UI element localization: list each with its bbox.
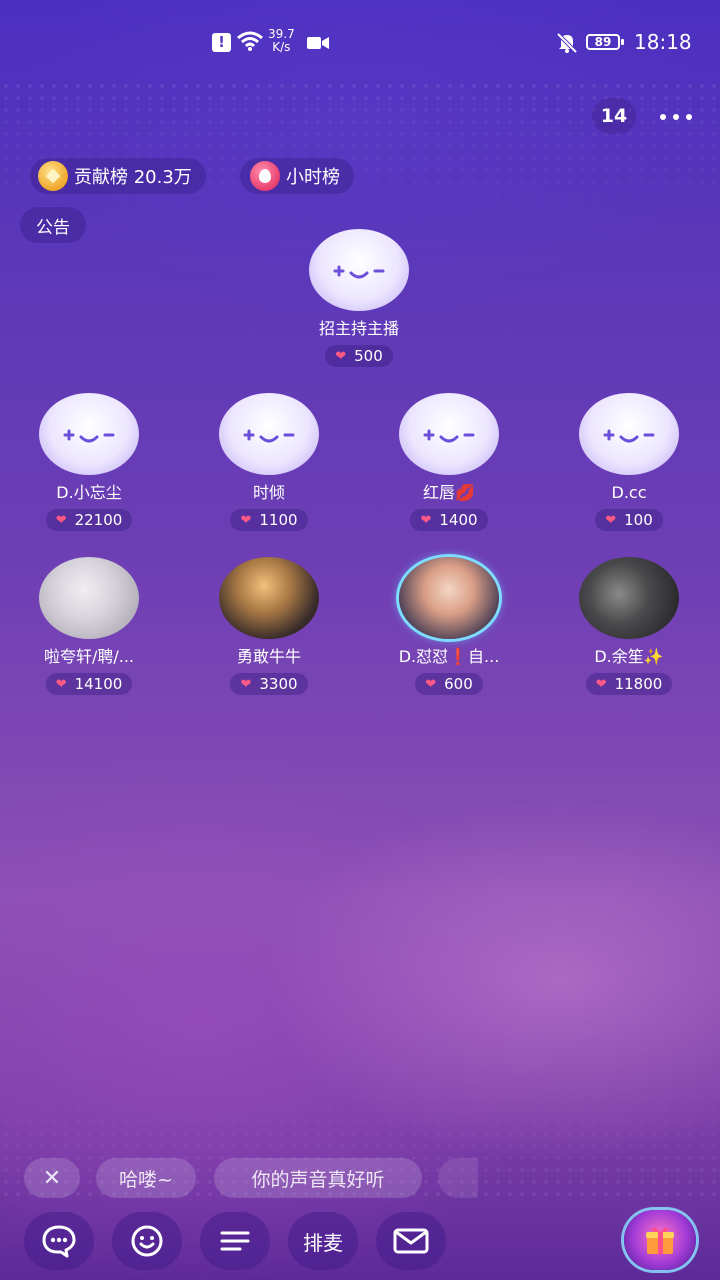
smiley-face-icon [63,429,115,443]
gift-button[interactable] [624,1210,696,1270]
user-avatar-photo [579,557,679,639]
hour-rank-button[interactable]: 小时榜 [240,158,354,194]
mic-seat-2[interactable]: 时倾 ❤ 1100 [184,393,354,531]
seat-name: 啦夸轩/聘/... [43,647,135,666]
host-seat[interactable]: 招主持主播 ❤ 500 [274,229,444,367]
clock: 18:18 [634,30,692,54]
camera-icon [307,37,329,49]
seat-name: D.小忘尘 [56,483,122,502]
chat-button[interactable] [24,1212,94,1270]
mic-seat-3[interactable]: 红唇💋 ❤ 1400 [364,393,534,531]
seat-avatar [39,393,139,475]
seat-name: 红唇💋 [423,483,475,502]
more-button[interactable] [654,100,698,132]
seat-name: 时倾 [252,483,285,502]
more-dot-icon [673,114,679,120]
network-speed: 39.7 K/s [268,27,295,54]
menu-button[interactable] [200,1212,270,1270]
user-avatar-photo [39,557,139,639]
heart-icon: ❤ [605,512,617,528]
heart-icon: ❤ [240,512,252,528]
gift-icon [646,1227,674,1254]
mic-seat-8[interactable]: D.余笙✨ ❤ 11800 [544,557,714,695]
mic-seat-1[interactable]: D.小忘尘 ❤ 22100 [4,393,174,531]
heart-icon: ❤ [55,676,67,692]
user-avatar-photo [399,557,499,639]
host-seat-name: 招主持主播 [318,319,399,338]
heart-icon: ❤ [335,348,347,364]
more-dot-icon [660,114,666,120]
contribution-rank-label: 贡献榜 20.3万 [74,167,192,188]
mic-seat-5[interactable]: 啦夸轩/聘/... ❤ 14100 [4,557,174,695]
host-avatar [309,229,409,311]
smiley-face-icon [423,429,475,443]
more-dot-icon [686,114,692,120]
battery-indicator: 89 [586,34,624,50]
seat-score: ❤ 22100 [45,509,133,531]
chat-icon [42,1225,76,1258]
online-count[interactable]: 14 [592,98,636,134]
user-avatar-photo [219,557,319,639]
hour-rank-flame-icon [250,161,280,191]
menu-icon [220,1231,250,1251]
seat-avatar [219,393,319,475]
alert-square-icon: ! [212,33,231,52]
heart-icon: ❤ [595,676,607,692]
host-seat-score: ❤ 500 [325,345,393,367]
bell-muted-icon [556,32,578,54]
seat-name: 勇敢牛牛 [236,647,301,666]
seat-name: D.余笙✨ [594,647,664,666]
seat-score: ❤ 1400 [410,509,488,531]
emoji-icon [131,1225,163,1257]
contribution-coin-icon [38,161,68,191]
wifi-icon [237,31,263,51]
seat-score: ❤ 600 [415,673,483,695]
mic-seat-7[interactable]: D.怼怼❗自... ❤ 600 [364,557,534,695]
close-quick-replies-button[interactable]: ✕ [24,1158,80,1198]
mic-seat-6[interactable]: 勇敢牛牛 ❤ 3300 [184,557,354,695]
quick-reply-button[interactable]: 哈喽~ [96,1158,196,1198]
mic-seat-4[interactable]: D.cc ❤ 100 [544,393,714,531]
notice-button[interactable]: 公告 [20,207,86,243]
seat-score: ❤ 14100 [45,673,133,695]
seat-score: ❤ 11800 [585,673,673,695]
smiley-face-icon [333,265,385,279]
heart-icon: ❤ [240,676,252,692]
heart-icon: ❤ [420,512,432,528]
quick-reply-button-partial[interactable] [438,1158,478,1198]
contribution-rank-button[interactable]: 贡献榜 20.3万 [30,158,206,194]
smiley-face-icon [603,429,655,443]
quick-reply-button[interactable]: 你的声音真好听 [214,1158,422,1198]
seat-avatar [399,393,499,475]
hour-rank-label: 小时榜 [286,167,340,188]
heart-icon: ❤ [55,512,67,528]
smiley-face-icon [243,429,295,443]
seat-score: ❤ 100 [595,509,663,531]
emoji-button[interactable] [112,1212,182,1270]
seat-name: D.cc [611,483,647,502]
mic-queue-button[interactable]: 排麦 [288,1212,358,1270]
mail-icon [393,1228,429,1254]
heart-icon: ❤ [425,676,437,692]
seat-name: D.怼怼❗自... [398,647,500,666]
seat-score: ❤ 3300 [230,673,308,695]
mail-button[interactable] [376,1212,446,1270]
status-bar: ! 39.7 K/s 89 18:18 [0,0,720,86]
seat-avatar [579,393,679,475]
seat-score: ❤ 1100 [230,509,308,531]
